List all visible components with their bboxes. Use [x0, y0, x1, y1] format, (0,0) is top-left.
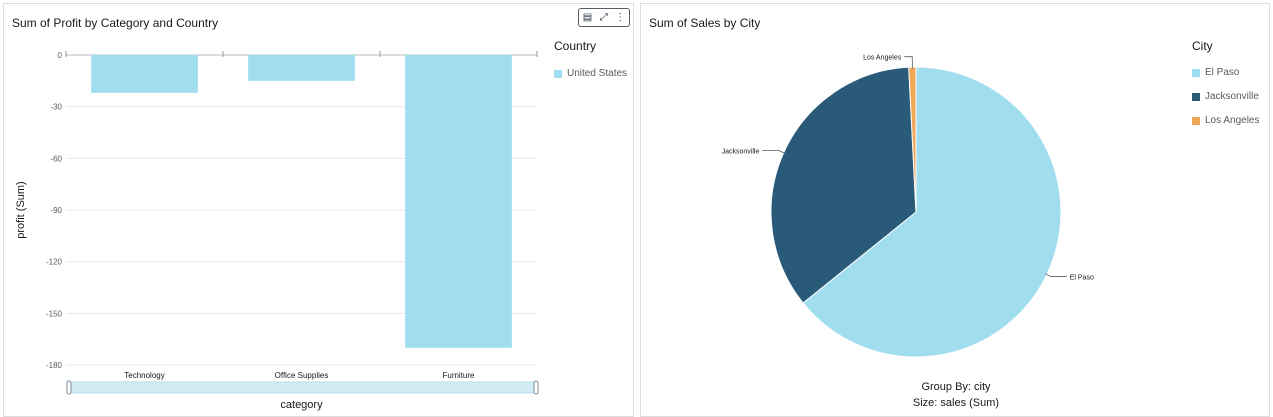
legend-item[interactable]: United States — [554, 68, 627, 79]
legend-item[interactable]: Jacksonville — [1192, 91, 1259, 102]
legend-item[interactable]: Los Angeles — [1192, 115, 1260, 126]
pie-slice-label: Jacksonville — [722, 148, 760, 155]
legend-swatch — [554, 69, 562, 78]
pie-slice-label: El Paso — [1070, 274, 1094, 281]
y-tick-label: -150 — [46, 309, 63, 318]
pie-chart: El Paso Jacksonville Los Angeles — [722, 55, 1094, 358]
legend-label: Jacksonville — [1205, 91, 1259, 102]
y-tick-label: -60 — [50, 154, 62, 163]
x-tick-label: Office Supplies — [275, 371, 329, 380]
size-caption: Size: sales (Sum) — [912, 397, 1000, 409]
legend-item[interactable]: El Paso — [1192, 67, 1239, 78]
legend-swatch — [1192, 68, 1200, 77]
y-tick-label: -90 — [50, 206, 62, 215]
y-axis-title: profit (Sum) — [15, 181, 27, 238]
legend-swatch — [1192, 92, 1200, 101]
y-tick-label: -120 — [46, 258, 63, 267]
group-by-caption: Group By: city — [921, 381, 991, 393]
pie-slice-label: Los Angeles — [863, 55, 902, 62]
legend-label: United States — [567, 68, 628, 79]
x-tick-label: Furniture — [442, 371, 475, 380]
pie-leader-line — [1045, 273, 1067, 277]
bar — [248, 55, 355, 81]
pie-leader-line — [762, 149, 786, 154]
profit-by-category-panel[interactable]: Sum of Profit by Category and Country ▤ … — [3, 3, 634, 417]
bar — [91, 55, 198, 93]
y-tick-label: -30 — [50, 103, 62, 112]
y-tick-label: -180 — [46, 361, 63, 370]
legend-label: Los Angeles — [1205, 115, 1260, 126]
x-tick-label: Technology — [124, 371, 164, 380]
scrollbar-handle-left — [66, 380, 72, 395]
bar-legend-title: Country — [554, 39, 597, 53]
bar — [405, 55, 512, 348]
sales-by-city-panel[interactable]: Sum of Sales by City El Paso Jacksonville… — [640, 3, 1270, 417]
scrollbar-handle-right — [533, 380, 539, 395]
bar-chart: 0 -30 -60 -90 -120 -150 -180 Technology Office S… — [15, 51, 539, 411]
range-scrollbar — [68, 381, 539, 394]
x-axis-title: category — [280, 399, 323, 411]
legend-label: El Paso — [1205, 67, 1240, 78]
legend-swatch — [1192, 116, 1200, 125]
pie-legend-title: City — [1192, 39, 1213, 53]
y-tick-label: 0 — [58, 51, 63, 60]
